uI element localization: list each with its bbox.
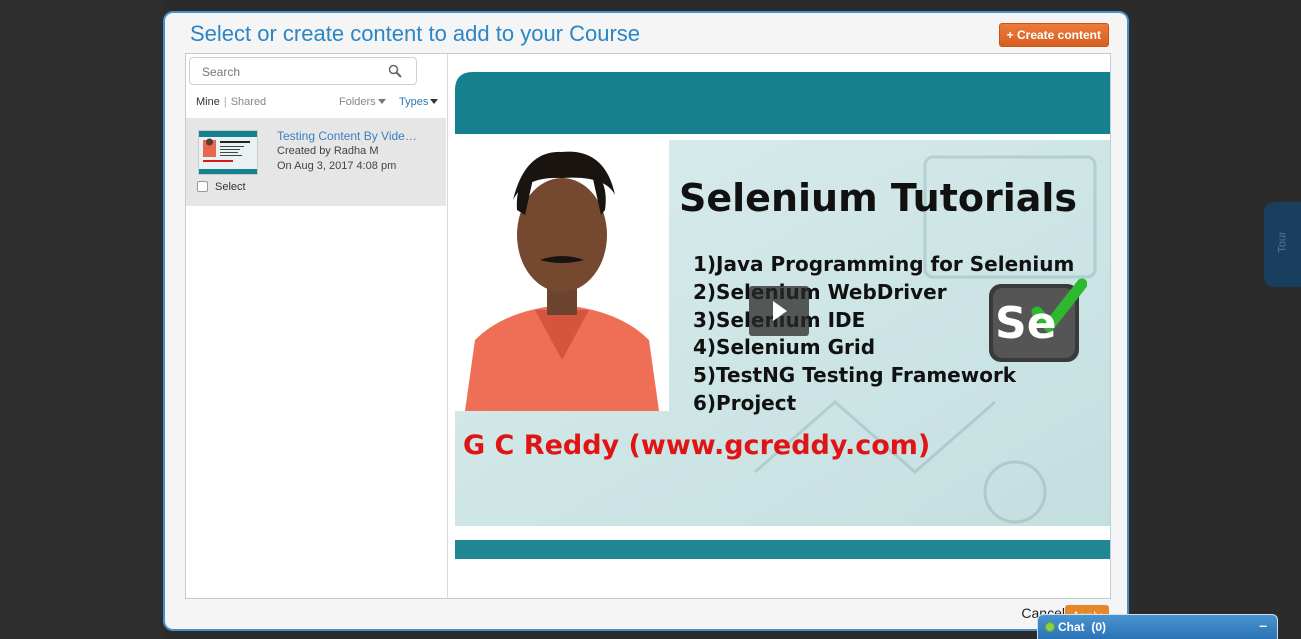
select-label: Select bbox=[215, 181, 246, 193]
chat-count: (0) bbox=[1091, 620, 1107, 634]
slide-topic: 1)Java Programming for Selenium bbox=[693, 252, 1075, 276]
slide-topic: 4)Selenium Grid bbox=[693, 335, 876, 359]
video-player[interactable]: Selenium Tutorials 1)Java Programming fo… bbox=[455, 72, 1110, 559]
content-list-pane: Mine| Shared Folders Types bbox=[186, 54, 448, 598]
slide-topic: 5)TestNG Testing Framework bbox=[693, 363, 1017, 387]
presenter-photo bbox=[455, 140, 669, 411]
modal-title: Select or create content to add to your … bbox=[190, 21, 641, 46]
folders-dropdown[interactable]: Folders bbox=[339, 96, 386, 108]
tour-tab[interactable]: Tour bbox=[1264, 202, 1301, 287]
online-status-icon bbox=[1045, 622, 1055, 632]
filter-mine[interactable]: Mine bbox=[196, 96, 220, 108]
thumbnail-image bbox=[199, 131, 257, 174]
search-icon[interactable] bbox=[388, 64, 402, 78]
page-backdrop bbox=[0, 0, 163, 639]
types-label: Types bbox=[399, 96, 429, 108]
folders-label: Folders bbox=[339, 96, 376, 108]
chat-title: Chat bbox=[1058, 620, 1085, 634]
add-content-modal: Select or create content to add to your … bbox=[163, 11, 1129, 631]
filter-bar: Mine | Shared Folders Types bbox=[196, 96, 441, 108]
minimize-icon[interactable]: – bbox=[1259, 617, 1267, 633]
chevron-down-icon bbox=[377, 99, 386, 104]
types-dropdown[interactable]: Types bbox=[399, 96, 439, 108]
play-icon bbox=[773, 301, 787, 321]
selenium-logo: Se bbox=[987, 274, 1088, 364]
play-button[interactable] bbox=[749, 286, 809, 336]
logo-text: Se bbox=[995, 298, 1057, 349]
item-created-by: Created by Radha M bbox=[277, 145, 379, 157]
tour-label: Tour bbox=[1276, 231, 1289, 253]
item-created-on: On Aug 3, 2017 4:08 pm bbox=[277, 160, 397, 172]
content-thumbnail[interactable] bbox=[198, 130, 258, 175]
select-checkbox[interactable] bbox=[197, 181, 208, 192]
filter-shared[interactable]: Shared bbox=[231, 96, 266, 108]
chevron-down-icon bbox=[430, 99, 439, 104]
item-title[interactable]: Testing Content By Vide… bbox=[277, 129, 437, 143]
list-item[interactable]: Testing Content By Vide… Created by Radh… bbox=[186, 118, 446, 206]
search-input[interactable] bbox=[200, 64, 384, 80]
slide-title: Selenium Tutorials bbox=[679, 176, 1078, 220]
search-box bbox=[189, 57, 417, 85]
chat-label: Chat (0) bbox=[1058, 620, 1106, 634]
content-area: Mine| Shared Folders Types bbox=[185, 53, 1111, 599]
author-line: G C Reddy (www.gcreddy.com) bbox=[463, 430, 931, 461]
chat-bar[interactable]: Chat (0) – bbox=[1037, 614, 1278, 639]
content-preview: Selenium Tutorials 1)Java Programming fo… bbox=[448, 54, 1110, 598]
create-content-button[interactable]: + Create content bbox=[998, 23, 1109, 47]
filter-separator: | bbox=[223, 96, 227, 108]
slide-topic: 6)Project bbox=[693, 391, 797, 415]
slide-topic: 2)Selenium WebDriver bbox=[693, 280, 947, 304]
